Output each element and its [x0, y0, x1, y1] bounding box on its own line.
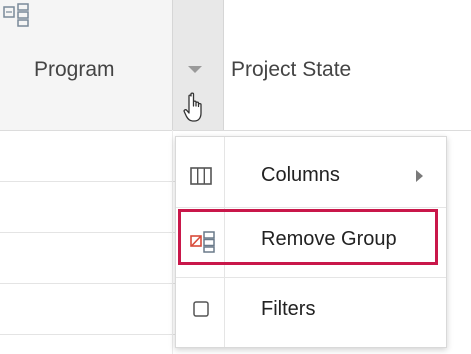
grid-row-line — [0, 232, 175, 233]
column-header-program[interactable]: Program — [0, 0, 172, 130]
caret-down-icon[interactable] — [188, 66, 202, 73]
highlight-box — [178, 209, 438, 265]
menu-item-columns[interactable]: Columns — [176, 145, 446, 205]
columns-icon — [190, 167, 212, 185]
menu-separator — [176, 207, 446, 208]
project-state-header-label: Project State — [231, 58, 352, 81]
column-header-project-state[interactable]: Project State — [224, 0, 471, 130]
menu-item-label: Filters — [261, 298, 316, 320]
menu-item-filters[interactable]: Filters — [176, 281, 446, 341]
grid-column-line — [172, 130, 173, 354]
chevron-right-icon — [416, 170, 423, 182]
checkbox-icon — [193, 301, 209, 317]
grid-header: Program Project State — [0, 0, 471, 131]
grid-row-line — [0, 181, 175, 182]
menu-separator — [176, 277, 446, 278]
grid-row-line — [0, 283, 175, 284]
grid-row-line — [0, 334, 175, 335]
program-header-label: Program — [34, 58, 115, 81]
hand-pointer-cursor-icon — [183, 92, 202, 122]
menu-item-label: Columns — [261, 164, 340, 186]
group-indicator-icon — [3, 3, 29, 27]
data-grid: Program Project State Columns Remove Gro… — [0, 0, 471, 354]
